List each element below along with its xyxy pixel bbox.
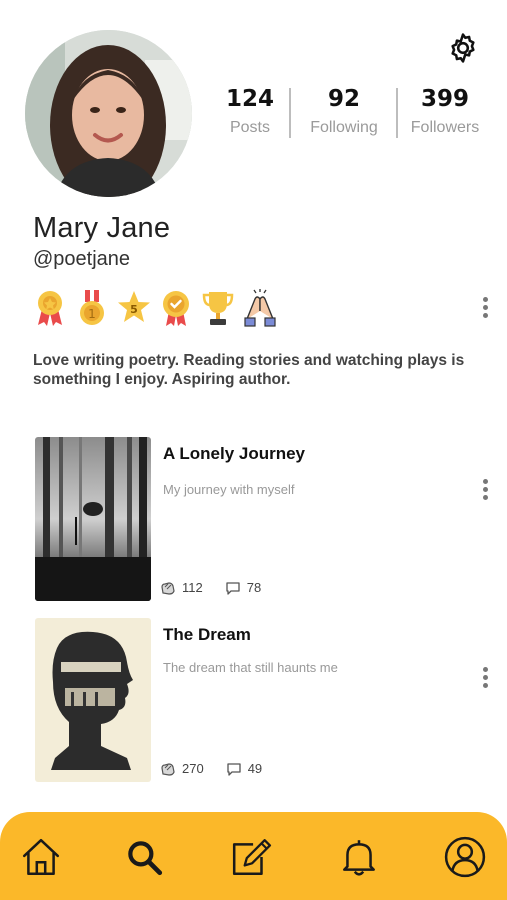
comment-icon[interactable] [225, 581, 241, 595]
high-five-icon[interactable] [243, 289, 277, 327]
settings-gear-icon[interactable] [446, 31, 480, 65]
post-subtitle: The dream that still haunts me [163, 660, 338, 675]
stat-following-label: Following [310, 119, 378, 136]
stat-divider [289, 88, 291, 138]
stat-followers-value: 399 [420, 86, 469, 112]
search-icon[interactable] [123, 836, 165, 878]
clap-icon[interactable] [160, 762, 176, 776]
profile-icon[interactable] [444, 836, 486, 878]
silhouette-image [35, 618, 151, 782]
comment-icon[interactable] [226, 762, 242, 776]
avatar-photo [25, 30, 192, 197]
star-five-icon[interactable]: 5 [117, 289, 151, 327]
clap-icon[interactable] [160, 581, 176, 595]
stat-following-value: 92 [327, 86, 360, 112]
stat-posts-value: 124 [225, 86, 274, 112]
bottom-nav-bar [0, 812, 507, 900]
badges-row: 1 5 [33, 288, 277, 328]
comments-count: 78 [246, 580, 262, 595]
post-meta: 270 49 [160, 761, 262, 776]
profile-more-options-icon[interactable] [478, 294, 492, 322]
medal-badge-icon[interactable] [33, 289, 67, 327]
likes-count: 270 [182, 761, 204, 776]
svg-text:1: 1 [88, 307, 96, 321]
stat-followers-label: Followers [410, 119, 480, 136]
profile-handle: @poetjane [33, 248, 131, 270]
post-title[interactable]: The Dream [163, 625, 251, 645]
profile-avatar[interactable] [25, 30, 192, 197]
post-thumbnail[interactable] [35, 437, 151, 601]
stat-posts[interactable]: 124 Posts [220, 84, 280, 138]
post-more-options-icon[interactable] [478, 476, 492, 504]
post-thumbnail[interactable] [35, 618, 151, 782]
home-icon[interactable] [20, 836, 62, 878]
forest-image [35, 437, 151, 601]
svg-text:5: 5 [130, 303, 138, 316]
trophy-icon[interactable] [201, 289, 235, 327]
profile-name: Mary Jane [33, 212, 171, 244]
stat-following[interactable]: 92 Following [300, 84, 388, 138]
profile-bio: Love writing poetry. Reading stories and… [33, 352, 465, 388]
post-meta: 112 78 [160, 580, 261, 595]
stat-divider [396, 88, 398, 138]
post-subtitle: My journey with myself [163, 482, 295, 497]
stat-posts-label: Posts [229, 119, 270, 136]
stat-followers[interactable]: 399 Followers [402, 84, 488, 138]
check-medal-icon[interactable] [159, 289, 193, 327]
compose-icon[interactable] [230, 836, 272, 878]
comments-count: 49 [247, 761, 263, 776]
post-title[interactable]: A Lonely Journey [163, 444, 305, 464]
post-more-options-icon[interactable] [478, 664, 492, 692]
notifications-icon[interactable] [338, 836, 380, 878]
gold-medal-icon[interactable]: 1 [75, 289, 109, 327]
likes-count: 112 [182, 580, 203, 595]
